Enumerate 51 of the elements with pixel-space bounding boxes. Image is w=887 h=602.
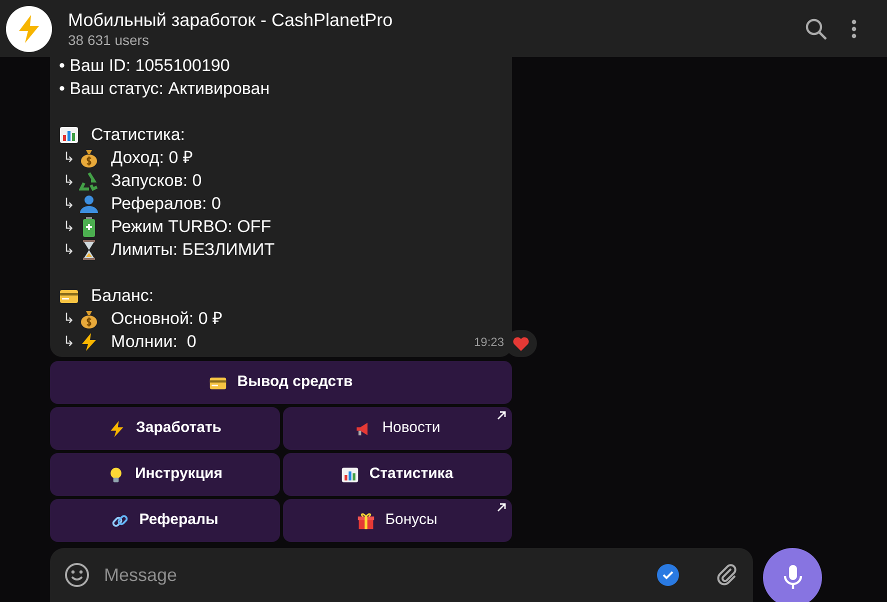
indent-arrow: ↳ [62, 148, 76, 167]
attach-icon[interactable] [715, 563, 739, 587]
keyboard-button[interactable]: Заработать [50, 407, 280, 450]
message-line: Лимиты: БЕЗЛИМИТ [111, 239, 275, 261]
gift-icon [357, 512, 376, 530]
more-menu-icon[interactable] [851, 18, 857, 38]
keyboard-button[interactable]: Вывод средств [50, 361, 512, 404]
message-line: Баланс: [91, 285, 154, 307]
indent-arrow: ↳ [62, 332, 76, 351]
keyboard-button[interactable]: Инструкция [50, 453, 280, 496]
message-line: • Ваш статус: Активирован [59, 78, 270, 100]
microphone-button[interactable] [763, 548, 822, 602]
money-bag-icon [79, 308, 99, 328]
money-bag-icon [79, 148, 99, 168]
search-icon[interactable] [805, 18, 827, 40]
chart-icon [59, 124, 79, 144]
message-line: Основной: 0 ₽ [111, 308, 223, 330]
message-line: Рефералов: 0 [111, 193, 221, 215]
keyboard-button[interactable]: Рефералы [50, 499, 280, 542]
heart-icon [512, 336, 530, 352]
lightning-icon [108, 420, 126, 438]
external-link-icon [497, 503, 506, 512]
indent-arrow: ↳ [62, 217, 76, 236]
microphone-icon [782, 563, 804, 591]
keyboard-button[interactable]: Новости [282, 407, 512, 450]
indent-arrow: ↳ [62, 171, 76, 190]
channel-avatar[interactable] [6, 6, 52, 52]
message-line: Запусков: 0 [111, 170, 202, 192]
person-icon [79, 194, 99, 214]
message-composer[interactable]: Message [50, 548, 753, 602]
external-link-icon [497, 411, 506, 420]
indent-arrow: ↳ [62, 194, 76, 213]
recycle-icon [79, 170, 99, 190]
lightning-icon [16, 14, 42, 44]
message-line: Статистика: [91, 124, 186, 146]
message-line: • Ваш ID: 1055100190 [59, 57, 230, 77]
check-icon[interactable] [657, 564, 679, 586]
lightning-icon [79, 332, 99, 352]
message-line: Доход: 0 ₽ [111, 147, 193, 169]
message-input[interactable]: Message [102, 560, 645, 590]
indent-arrow: ↳ [62, 309, 76, 328]
keyboard-button[interactable]: Бонусы [282, 499, 512, 542]
message-time: 19:23 [474, 334, 504, 351]
indent-arrow: ↳ [62, 240, 76, 259]
member-count: 38 631 users [68, 30, 150, 48]
message-line: Молнии: 0 [111, 331, 196, 353]
message-line: Режим TURBO: OFF [111, 216, 272, 238]
chart-icon [341, 466, 360, 484]
emoji-icon[interactable] [64, 562, 90, 588]
chat-title: Мобильный заработок - CashPlanetPro [68, 8, 394, 30]
keyboard-button[interactable]: Статистика [282, 453, 512, 496]
